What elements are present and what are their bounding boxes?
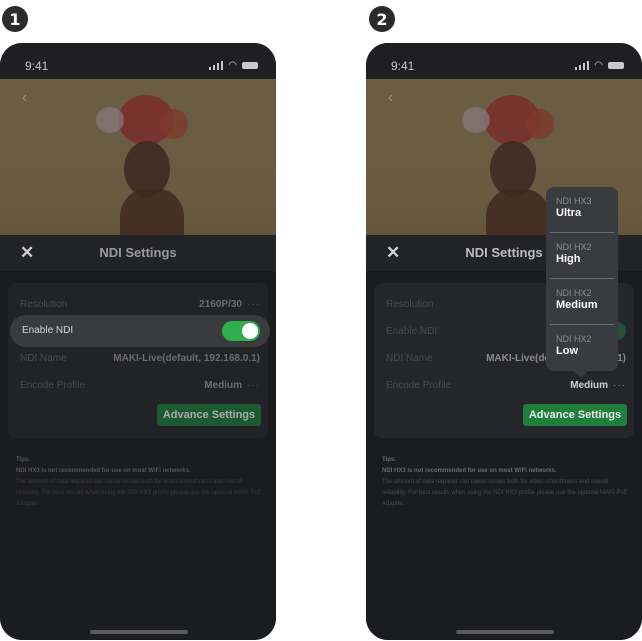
encode-profile-value: Medium [204,380,242,391]
enable-ndi-label: Enable NDI [386,326,438,337]
enable-ndi-toggle[interactable] [222,321,260,341]
encode-profile-row[interactable]: Encode Profile Medium ··· [386,380,626,391]
option-codec: NDI HX3 [556,196,592,206]
tips-text: Tips: NDI HX3 is not recommended for use… [382,455,632,510]
option-quality: High [556,253,581,265]
resolution-row[interactable]: Resolution 2160P/30 ··· [20,299,260,310]
ndi-name-label: NDI Name [386,353,433,364]
dropdown-option-high[interactable]: NDI HX2 High [550,237,614,279]
encode-profile-row[interactable]: Encode Profile Medium ··· [20,380,260,391]
wifi-icon: ◠ [228,60,237,71]
tips-warning: NDI HX3 is not recommended for use on mo… [16,468,191,474]
more-icon[interactable]: ··· [247,299,260,310]
option-codec: NDI HX2 [556,242,592,252]
encode-profile-label: Encode Profile [20,380,86,391]
tips-body: The amount of data required can cause is… [16,479,262,507]
step-badge-2: 2 [369,6,395,32]
more-icon[interactable]: ··· [247,380,260,391]
status-bar: 9:41 ◠ [0,43,276,79]
back-icon[interactable]: ‹ [388,89,393,107]
phone-screen-2: 9:41 ◠ ‹ ✕ NDI Settings Resolution Enabl… [366,43,642,640]
option-codec: NDI HX2 [556,288,592,298]
encode-profile-value[interactable]: Medium [570,380,608,391]
dropdown-option-medium[interactable]: NDI HX2 Medium [550,283,614,325]
encode-profile-dropdown: NDI HX3 Ultra NDI HX2 High NDI HX2 Mediu… [546,187,618,371]
tips-warning: NDI HX3 is not recommended for use on mo… [382,468,557,474]
ndi-name-value-tail: 1) [617,353,626,364]
battery-icon [608,62,624,69]
status-time: 9:41 [391,59,415,73]
ndi-name-value: MAKI-Live(default, 192.168.0.1) [113,353,260,364]
signal-icon [574,61,590,70]
battery-icon [242,62,258,69]
resolution-value: 2160P/30 [199,299,242,310]
status-bar: 9:41 ◠ [366,43,642,79]
option-codec: NDI HX2 [556,334,592,344]
encode-profile-label: Encode Profile [386,380,452,391]
signal-icon [208,61,224,70]
dropdown-option-ultra[interactable]: NDI HX3 Ultra [550,191,614,233]
more-icon[interactable]: ··· [613,380,626,391]
option-quality: Ultra [556,207,582,219]
tips-heading: Tips: [16,457,31,463]
dropdown-pointer [574,371,588,378]
option-quality: Medium [556,299,598,311]
home-indicator[interactable] [90,630,188,634]
status-time: 9:41 [25,59,49,73]
step-badge-1: 1 [2,6,28,32]
option-quality: Low [556,345,578,357]
resolution-label: Resolution [386,299,434,310]
ndi-name-row[interactable]: NDI Name MAKI-Live(default, 192.168.0.1) [20,353,260,364]
advance-settings-button[interactable]: Advance Settings [523,404,627,426]
ndi-name-label: NDI Name [20,353,67,364]
page-title: NDI Settings [99,245,177,260]
tips-text: Tips: NDI HX3 is not recommended for use… [16,455,266,510]
home-indicator[interactable] [456,630,554,634]
phone-screen-1: 9:41 ◠ ‹ ✕ NDI Settings Resolution 2160P… [0,43,276,640]
resolution-label: Resolution [20,299,68,310]
tips-heading: Tips: [382,457,397,463]
back-icon[interactable]: ‹ [22,89,27,107]
dropdown-option-low[interactable]: NDI HX2 Low [550,329,614,371]
advance-settings-button[interactable]: Advance Settings [157,404,261,426]
ndi-name-value: MAKI-Live(de [486,353,550,364]
tips-body: The amount of data required can cause is… [382,479,628,507]
enable-ndi-label: Enable NDI [22,325,74,336]
wifi-icon: ◠ [594,60,603,71]
